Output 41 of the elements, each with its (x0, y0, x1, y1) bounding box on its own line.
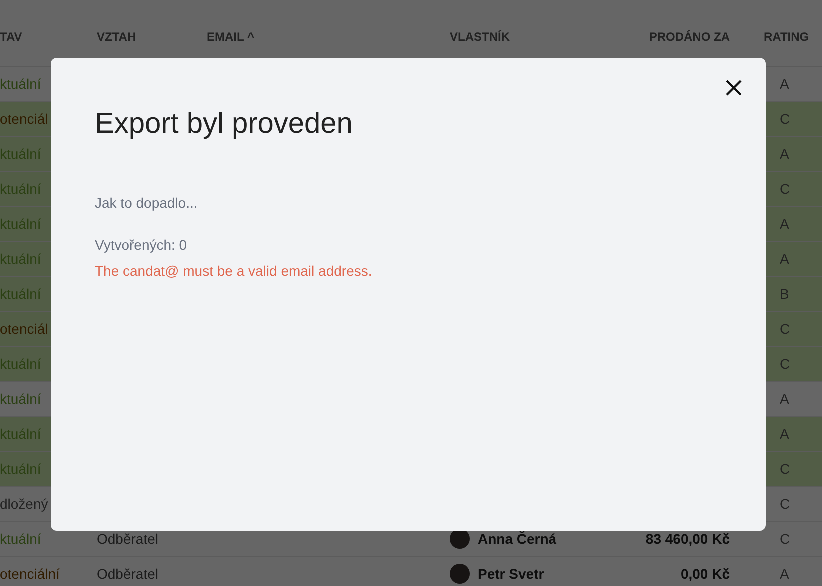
avatar-icon (450, 529, 470, 549)
created-count: Vytvořených: 0 (95, 237, 188, 253)
relation-cell-text: Odběratel (97, 566, 160, 582)
rating-cell: C (780, 531, 790, 547)
rating-cell: A (780, 566, 790, 582)
rating-cell: A (780, 146, 790, 162)
status-cell-text: ktuální (0, 531, 42, 547)
rating-cell: A (780, 391, 790, 407)
rating-cell: C (780, 181, 790, 197)
column-header[interactable]: VLASTNÍK (450, 30, 600, 44)
owner-name: Petr Svetr (478, 566, 544, 582)
column-header[interactable]: VZTAH (97, 30, 207, 44)
owner-name: Anna Černá (478, 531, 557, 547)
column-header[interactable]: TAV (0, 30, 97, 44)
status-cell-text: otenciál (0, 321, 50, 337)
status-cell-text: ktuální (0, 76, 42, 92)
dialog-subtitle: Jak to dopadlo... (95, 195, 199, 211)
price-cell-text: 83 460,00 Kč (644, 531, 730, 547)
rating-cell: A (780, 76, 790, 92)
avatar-icon (450, 564, 470, 584)
column-header[interactable]: PRODÁNO ZA (600, 30, 730, 44)
close-icon (725, 79, 743, 97)
rating-cell: C (780, 496, 790, 512)
rating-cell: A (780, 426, 790, 442)
rating-cell: B (780, 286, 790, 302)
rating-cell: C (780, 111, 790, 127)
status-cell-text: otenciál (0, 111, 50, 127)
rating-cell: C (780, 356, 790, 372)
rating-cell: A (780, 251, 790, 267)
rating-cell: C (780, 321, 790, 337)
price-cell-text: 0,00 Kč (680, 566, 730, 582)
rating-cell: A (780, 216, 790, 232)
column-header[interactable]: RATING (730, 30, 822, 44)
error-message: The candat@ must be a valid email address. (95, 263, 374, 279)
column-header[interactable]: EMAIL ^ (207, 30, 450, 44)
status-cell-text: otenciální (0, 566, 61, 582)
relation-cell-text: Odběratel (97, 531, 160, 547)
rating-cell: C (780, 461, 790, 477)
dialog-title: Export byl proveden (95, 108, 354, 141)
status-cell-text: dložený (0, 496, 50, 512)
status-cell-text: ktuální (0, 391, 42, 407)
